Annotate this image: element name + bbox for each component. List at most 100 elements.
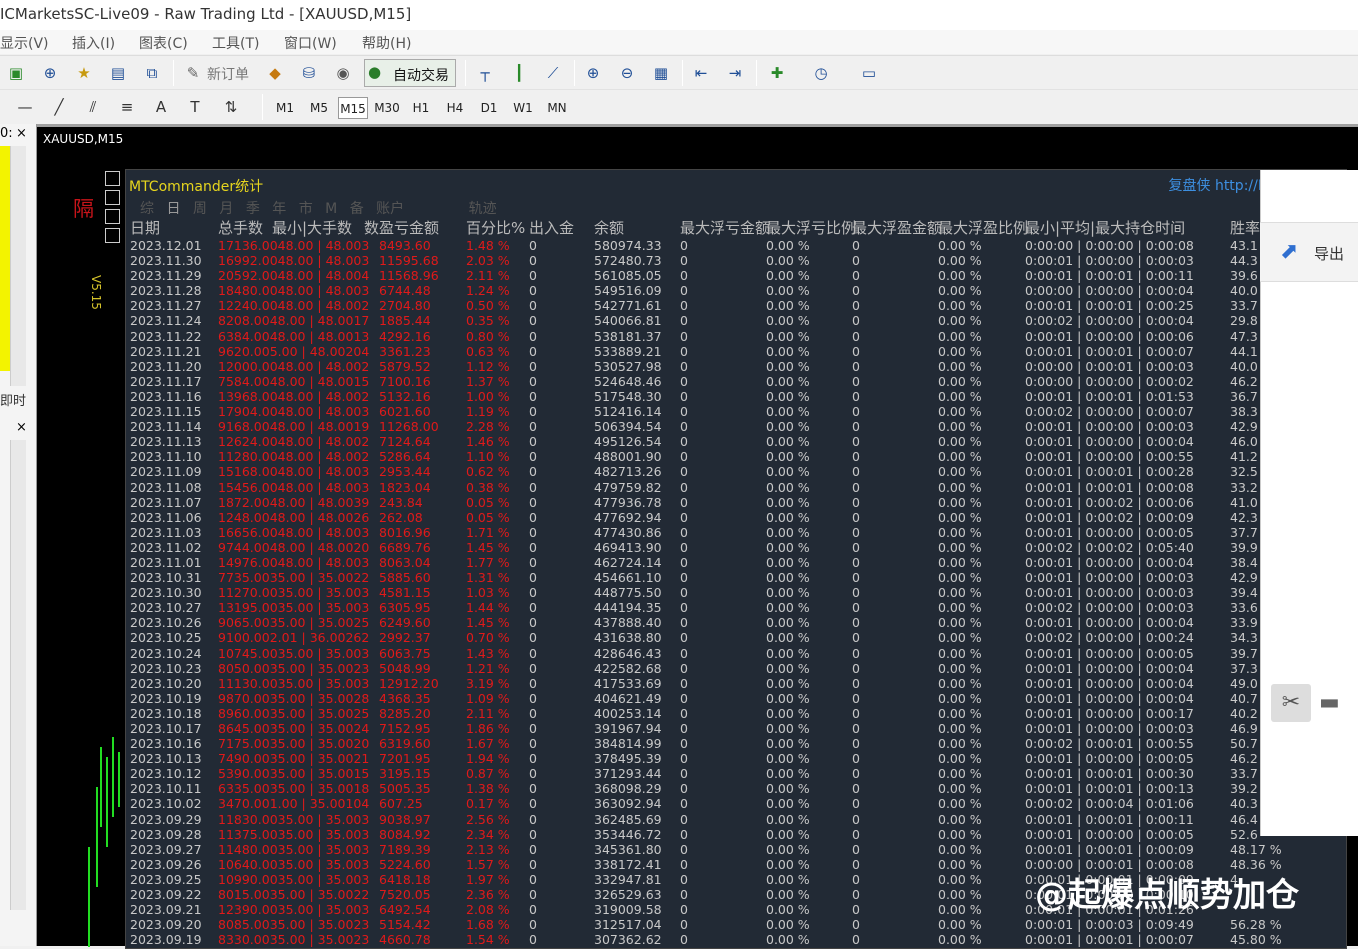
table-row[interactable]: 2023.11.17 7584.0048.00 | 48.00158 7100.16… [126, 374, 1348, 389]
chart-shift-icon[interactable]: ⇥ [722, 60, 748, 86]
text-icon[interactable]: A [148, 94, 174, 120]
table-row[interactable]: 2023.11.03 16656.0048.00 | 48.00347 8016.9… [126, 525, 1348, 540]
market-icon[interactable]: ⛁ [296, 60, 322, 86]
navigator-icon[interactable]: ▤ [105, 60, 131, 86]
new-chart-icon[interactable]: ▣ [3, 60, 29, 86]
table-row[interactable]: 2023.11.09 15168.0048.00 | 48.00316 2953.4… [126, 464, 1348, 479]
timeframe-m5[interactable]: M5 [304, 97, 334, 119]
scrollbar[interactable] [10, 440, 26, 910]
text-label-icon[interactable]: T [182, 94, 208, 120]
favorites-icon[interactable]: ★ [71, 60, 97, 86]
table-row[interactable]: 2023.09.29 11830.0035.00 | 35.00338 9038.9… [126, 812, 1348, 827]
table-row[interactable]: 2023.11.29 20592.0048.00 | 48.00429 11568.… [126, 268, 1348, 283]
table-row[interactable]: 2023.09.19 8330.0035.00 | 35.00238 4660.78… [126, 932, 1348, 947]
table-row[interactable]: 2023.11.20 12000.0048.00 | 48.00250 5879.5… [126, 359, 1348, 374]
folder-icon[interactable]: ▬ [1319, 690, 1340, 715]
menu-help[interactable]: 帮助(H) [362, 33, 411, 53]
chart-window[interactable]: XAUUSD,M15 隔 V5.15 MTCommander统计 复盘侠 htt… [37, 124, 1358, 949]
table-row[interactable]: 2023.11.15 17904.0048.00 | 48.00373 6021.6… [126, 404, 1348, 419]
tab-m[interactable]: M [325, 201, 337, 217]
line-chart-icon[interactable]: ⟋ [540, 60, 566, 86]
table-row[interactable]: 2023.10.02 3470.001.00 | 35.00104 607.25 0.… [126, 796, 1348, 811]
tab-week[interactable]: 周 [193, 201, 207, 217]
table-row[interactable]: 2023.11.14 9168.0048.00 | 48.00191 11268.0… [126, 419, 1348, 434]
tab-notes[interactable]: 备 [350, 201, 364, 217]
table-row[interactable]: 2023.10.24 10745.0035.00 | 35.00307 6063.7… [126, 646, 1348, 661]
table-row[interactable]: 2023.11.02 9744.0048.00 | 48.00203 6689.76… [126, 540, 1348, 555]
table-row[interactable]: 2023.11.28 18480.0048.00 | 48.00385 6744.4… [126, 283, 1348, 298]
table-row[interactable]: 2023.10.23 8050.0035.00 | 35.00230 5048.99… [126, 661, 1348, 676]
minimize-icon[interactable] [105, 171, 120, 186]
tab-summary[interactable]: 综 [140, 201, 154, 217]
table-row[interactable]: 2023.10.12 5390.0035.00 | 35.00154 3195.15… [126, 766, 1348, 781]
table-row[interactable]: 2023.11.01 14976.0048.00 | 48.00312 8063.0… [126, 555, 1348, 570]
channel-icon[interactable]: ⫽ [80, 94, 106, 120]
table-row[interactable]: 2023.10.16 7175.0035.00 | 35.00205 6319.60… [126, 736, 1348, 751]
table-row[interactable]: 2023.11.27 12240.0048.00 | 48.00255 2704.8… [126, 298, 1348, 313]
tester-icon[interactable]: ⧉ [139, 60, 165, 86]
table-row[interactable]: 2023.10.27 13195.0035.00 | 35.00377 6305.9… [126, 600, 1348, 615]
table-row[interactable]: 2023.10.18 8960.0035.00 | 35.00256 8285.20… [126, 706, 1348, 721]
timeframe-h1[interactable]: H1 [406, 97, 436, 119]
close-icon[interactable]: × [16, 126, 27, 141]
tile-windows-icon[interactable]: ▦ [648, 60, 674, 86]
realtime-tab[interactable]: 即时 [0, 390, 26, 409]
help-icon[interactable] [105, 209, 120, 224]
tab-month[interactable]: 月 [219, 201, 233, 217]
table-row[interactable]: 2023.11.16 13968.0048.00 | 48.00291 5132.1… [126, 389, 1348, 404]
table-row[interactable]: 2023.11.21 9620.005.00 | 48.00204 3361.23 0… [126, 344, 1348, 359]
table-row[interactable]: 2023.11.22 6384.0048.00 | 48.00133 4292.16… [126, 329, 1348, 344]
table-row[interactable]: 2023.09.27 11480.0035.00 | 35.00328 7189.3… [126, 842, 1348, 857]
tab-year[interactable]: 年 [272, 201, 286, 217]
table-row[interactable]: 2023.11.06 1248.0048.00 | 48.0026 262.08 0.… [126, 510, 1348, 525]
table-row[interactable]: 2023.11.10 11280.0048.00 | 48.00235 5286.6… [126, 449, 1348, 464]
table-row[interactable]: 2023.10.25 9100.002.01 | 36.00262 2992.37 0… [126, 630, 1348, 645]
arrows-icon[interactable]: ⇅ [218, 94, 244, 120]
timeframe-d1[interactable]: D1 [474, 97, 504, 119]
table-row[interactable]: 2023.09.20 8085.0035.00 | 35.00231 5154.42… [126, 917, 1348, 932]
autoscroll-icon[interactable]: ⇤ [688, 60, 714, 86]
table-row[interactable]: 2023.10.26 9065.0035.00 | 35.00259 6249.60… [126, 615, 1348, 630]
table-row[interactable]: 2023.10.19 9870.0035.00 | 35.00282 4368.35… [126, 691, 1348, 706]
table-row[interactable]: 2023.10.13 7490.0035.00 | 35.00214 7201.95… [126, 751, 1348, 766]
indicators-icon[interactable]: ✚ [764, 60, 790, 86]
tab-market[interactable]: 市 [299, 201, 313, 217]
table-row[interactable]: 2023.12.01 17136.0048.00 | 48.00357 8493.6… [126, 238, 1348, 253]
timeframe-mn[interactable]: MN [542, 97, 572, 119]
timeframe-m15[interactable]: M15 [338, 97, 368, 119]
timeframe-w1[interactable]: W1 [508, 97, 538, 119]
periods-icon[interactable]: ◷ [808, 60, 834, 86]
table-row[interactable]: 2023.09.28 11375.0035.00 | 35.00325 8084.9… [126, 827, 1348, 842]
templates-icon[interactable]: ▭ [856, 60, 882, 86]
menu-insert[interactable]: 插入(I) [72, 33, 115, 53]
crosshair-icon[interactable]: ⊕ [37, 60, 63, 86]
table-row[interactable]: 2023.11.30 16992.0048.00 | 48.00354 11595.… [126, 253, 1348, 268]
table-row[interactable]: 2023.10.30 11270.0035.00 | 35.00322 4581.1… [126, 585, 1348, 600]
table-row[interactable]: 2023.11.24 8208.0048.00 | 48.00171 1885.44… [126, 313, 1348, 328]
menu-window[interactable]: 窗口(W) [284, 33, 337, 53]
tab-quarter[interactable]: 季 [246, 201, 260, 217]
table-row[interactable]: 2023.10.11 6335.0035.00 | 35.00181 5005.35… [126, 781, 1348, 796]
table-row[interactable]: 2023.10.17 8645.0035.00 | 35.00247 7152.95… [126, 721, 1348, 736]
bar-chart-icon[interactable]: ┬ [472, 60, 498, 86]
scrollbar[interactable] [10, 146, 26, 386]
metaeditor-icon[interactable]: ◆ [262, 60, 288, 86]
scissors-icon[interactable]: ✂ [1271, 684, 1311, 722]
new-order-button[interactable]: 新订单 [207, 64, 249, 84]
export-button[interactable]: ⬈ 导出 [1260, 222, 1358, 282]
settings-icon[interactable] [105, 190, 120, 205]
timeframe-m30[interactable]: M30 [372, 97, 402, 119]
table-row[interactable]: 2023.10.20 11130.0035.00 | 35.00318 12912.… [126, 676, 1348, 691]
table-row[interactable]: 2023.11.07 1872.0048.00 | 48.0039 243.84 0.… [126, 495, 1348, 510]
menu-tools[interactable]: 工具(T) [212, 33, 259, 53]
signals-icon[interactable]: ◉ [330, 60, 356, 86]
close-icon[interactable]: × [16, 420, 27, 435]
tab-track[interactable]: 轨迹 [469, 201, 497, 217]
fibonacci-icon[interactable]: ≡ [114, 94, 140, 120]
table-row[interactable]: 2023.11.13 12624.0048.00 | 48.00263 7124.6… [126, 434, 1348, 449]
tab-day[interactable]: 日 [166, 201, 180, 217]
auto-trading-button[interactable]: ● 自动交易 [364, 59, 456, 87]
zoom-in-icon[interactable]: ⊕ [580, 60, 606, 86]
trendline-icon[interactable]: ╱ [46, 94, 72, 120]
tab-account[interactable]: 账户 [376, 201, 404, 217]
